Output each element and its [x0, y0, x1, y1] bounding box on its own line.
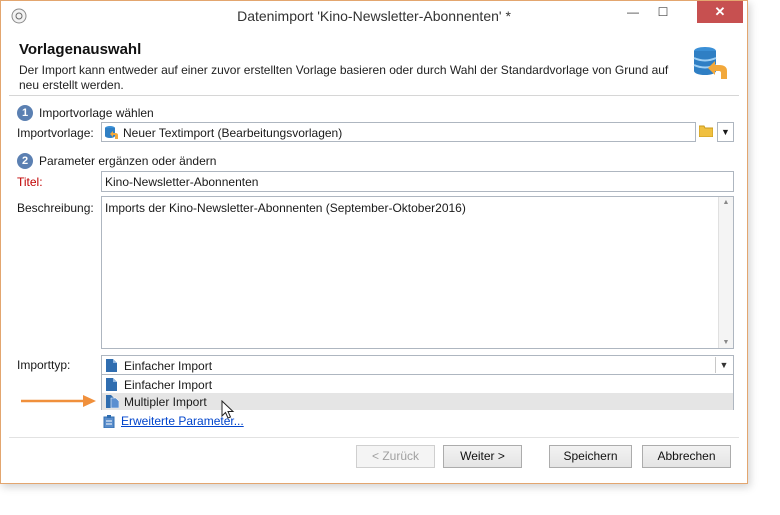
description-label: Beschreibung:	[17, 201, 94, 215]
multi-document-icon	[106, 395, 119, 408]
save-button[interactable]: Speichern	[549, 445, 632, 468]
footer-divider	[9, 437, 739, 438]
clipboard-icon	[103, 415, 115, 428]
template-label: Importvorlage:	[17, 126, 94, 140]
option-label: Einfacher Import	[124, 378, 213, 392]
option-label: Multipler Import	[124, 395, 207, 409]
import-type-value: Einfacher Import	[124, 359, 213, 373]
page-title: Vorlagenauswahl	[19, 41, 142, 58]
scroll-up-icon[interactable]: ▲	[719, 199, 733, 206]
advanced-parameters-link[interactable]: Erweiterte Parameter...	[121, 414, 244, 428]
title-label: Titel:	[17, 175, 43, 189]
step-1: 1 Importvorlage wählen	[17, 105, 154, 121]
step-number: 2	[17, 153, 33, 169]
title-value: Kino-Newsletter-Abonnenten	[105, 175, 259, 189]
step-2: 2 Parameter ergänzen oder ändern	[17, 153, 216, 169]
title-bar: Datenimport 'Kino-Newsletter-Abonnenten'…	[1, 1, 747, 31]
template-value: Neuer Textimport (Bearbeitungsvorlagen)	[123, 126, 343, 140]
wizard-header: Vorlagenauswahl Der Import kann entweder…	[9, 33, 739, 96]
next-button[interactable]: Weiter >	[443, 445, 522, 468]
dropdown-option-einfacher[interactable]: Einfacher Import	[102, 376, 733, 393]
step-label: Importvorlage wählen	[39, 106, 154, 120]
folder-icon[interactable]	[699, 125, 713, 137]
page-description: Der Import kann entweder auf einer zuvor…	[19, 63, 669, 92]
cancel-button[interactable]: Abbrechen	[642, 445, 731, 468]
minimize-button[interactable]: —	[619, 1, 647, 23]
step-label: Parameter ergänzen oder ändern	[39, 154, 217, 168]
database-import-icon	[693, 47, 727, 79]
description-scrollbar[interactable]: ▲ ▼	[718, 197, 733, 348]
document-icon	[106, 359, 117, 372]
template-db-icon	[105, 126, 118, 139]
description-value: Imports der Kino-Newsletter-Abonnenten (…	[105, 201, 466, 215]
maximize-button[interactable]: ☐	[649, 1, 677, 23]
template-field[interactable]: Neuer Textimport (Bearbeitungsvorlagen)	[101, 122, 696, 142]
close-button[interactable]: ✕	[697, 1, 743, 23]
import-window: Datenimport 'Kino-Newsletter-Abonnenten'…	[0, 0, 748, 484]
back-button[interactable]: < Zurück	[356, 445, 435, 468]
arrow-annotation-icon	[21, 395, 96, 407]
template-dropdown-button[interactable]: ▼	[717, 122, 734, 142]
description-textarea[interactable]: Imports der Kino-Newsletter-Abonnenten (…	[101, 196, 734, 349]
import-type-select[interactable]: Einfacher Import ▼	[101, 355, 734, 375]
dropdown-option-multipler[interactable]: Multipler Import	[102, 393, 733, 410]
step-number: 1	[17, 105, 33, 121]
document-icon	[106, 378, 117, 391]
chevron-down-icon[interactable]: ▼	[715, 357, 732, 373]
import-type-label: Importtyp:	[17, 358, 71, 372]
title-input[interactable]: Kino-Newsletter-Abonnenten	[101, 171, 734, 192]
import-type-dropdown: Einfacher Import Multipler Import	[101, 374, 734, 410]
scroll-down-icon[interactable]: ▼	[719, 339, 733, 346]
